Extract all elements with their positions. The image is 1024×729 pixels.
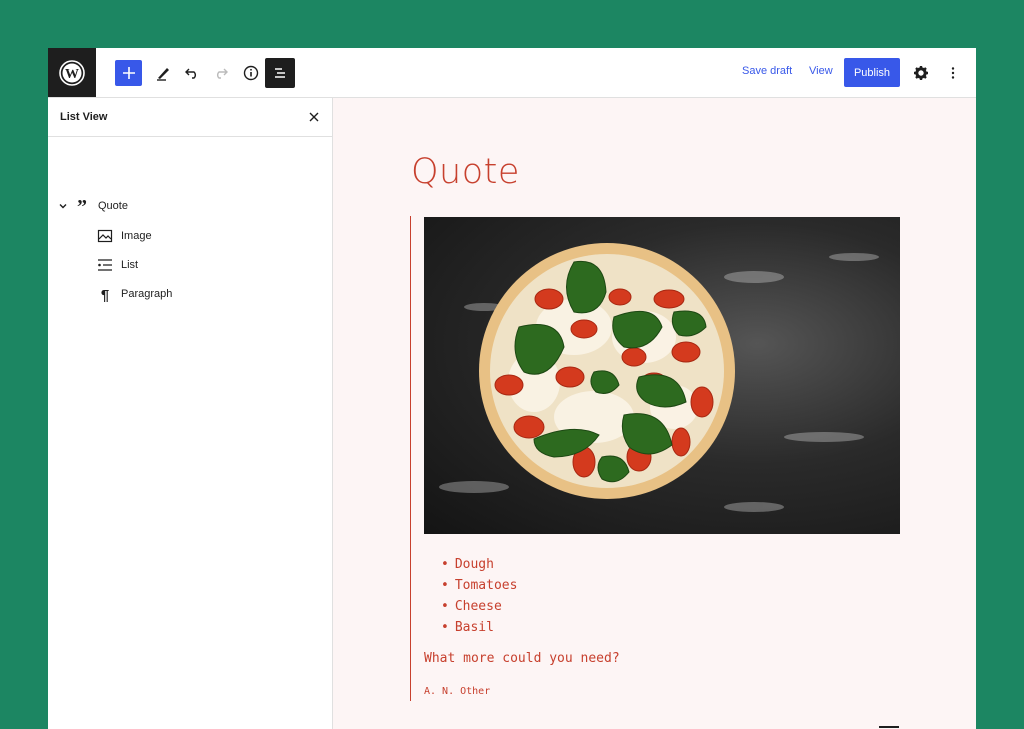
plus-icon xyxy=(122,67,135,79)
more-vertical-icon xyxy=(951,67,955,79)
quote-paragraph[interactable]: What more could you need? xyxy=(424,651,620,666)
publish-button[interactable]: Publish xyxy=(844,58,900,87)
list-view-header: List View xyxy=(48,98,332,137)
info-icon xyxy=(243,65,259,81)
list-view-title: List View xyxy=(60,111,108,123)
add-block-button[interactable] xyxy=(115,60,142,86)
save-draft-button[interactable]: Save draft xyxy=(742,65,792,77)
options-button[interactable] xyxy=(939,59,967,87)
list-view-item-quote[interactable]: ” Quote xyxy=(58,195,128,217)
post-title[interactable]: Quote xyxy=(411,152,520,192)
quote-border xyxy=(410,216,411,701)
tools-button[interactable] xyxy=(149,59,177,87)
quote-icon: ” xyxy=(74,198,90,214)
list-icon xyxy=(97,257,113,273)
list-view-item-label: Paragraph xyxy=(121,288,173,300)
ingredient-list[interactable]: Dough Tomatoes Cheese Basil xyxy=(441,554,518,638)
image-icon xyxy=(97,228,113,244)
wordpress-logo-icon[interactable]: W xyxy=(48,48,96,97)
svg-text:¶: ¶ xyxy=(101,287,109,302)
list-view-item-label: Quote xyxy=(98,200,128,212)
close-list-view-button[interactable] xyxy=(306,109,322,125)
quote-citation[interactable]: A. N. Other xyxy=(424,686,490,697)
redo-button[interactable] xyxy=(207,59,235,87)
list-view-item-image[interactable]: Image xyxy=(97,225,152,247)
list-view-button[interactable] xyxy=(265,58,295,88)
list-view-icon xyxy=(275,68,285,78)
close-icon xyxy=(309,112,319,122)
paragraph-icon: ¶ xyxy=(97,286,113,302)
svg-text:”: ” xyxy=(77,198,87,214)
svg-text:W: W xyxy=(65,67,79,82)
list-view-item-label: Image xyxy=(121,230,152,242)
list-view-item-paragraph[interactable]: ¶ Paragraph xyxy=(97,283,173,305)
undo-button[interactable] xyxy=(178,59,206,87)
editor-window: W Save draft View Publish List View ” Qu… xyxy=(48,48,976,729)
editor-header: W Save draft View Publish xyxy=(48,48,976,98)
redo-icon xyxy=(217,68,228,79)
undo-icon xyxy=(185,68,196,79)
pencil-icon xyxy=(157,68,169,81)
list-view-panel: List View ” Quote Image List ¶ Paragraph xyxy=(48,98,333,729)
list-view-item-label: List xyxy=(121,259,139,271)
list-item[interactable]: Dough xyxy=(441,554,517,575)
pizza-image[interactable] xyxy=(424,217,900,534)
list-view-item-list[interactable]: List xyxy=(97,254,138,276)
view-button[interactable]: View xyxy=(809,65,833,77)
editor-canvas: Quote • Dough • Tomatoes • Cheese • Basi… xyxy=(333,98,976,729)
list-item[interactable]: Cheese xyxy=(441,596,517,617)
gear-icon xyxy=(914,66,928,80)
chevron-down-icon[interactable] xyxy=(58,198,68,214)
settings-button[interactable] xyxy=(907,59,935,87)
list-item[interactable]: Tomatoes xyxy=(441,575,518,596)
list-item[interactable]: Basil xyxy=(441,617,517,638)
details-button[interactable] xyxy=(237,59,265,87)
block-divider xyxy=(879,726,899,728)
